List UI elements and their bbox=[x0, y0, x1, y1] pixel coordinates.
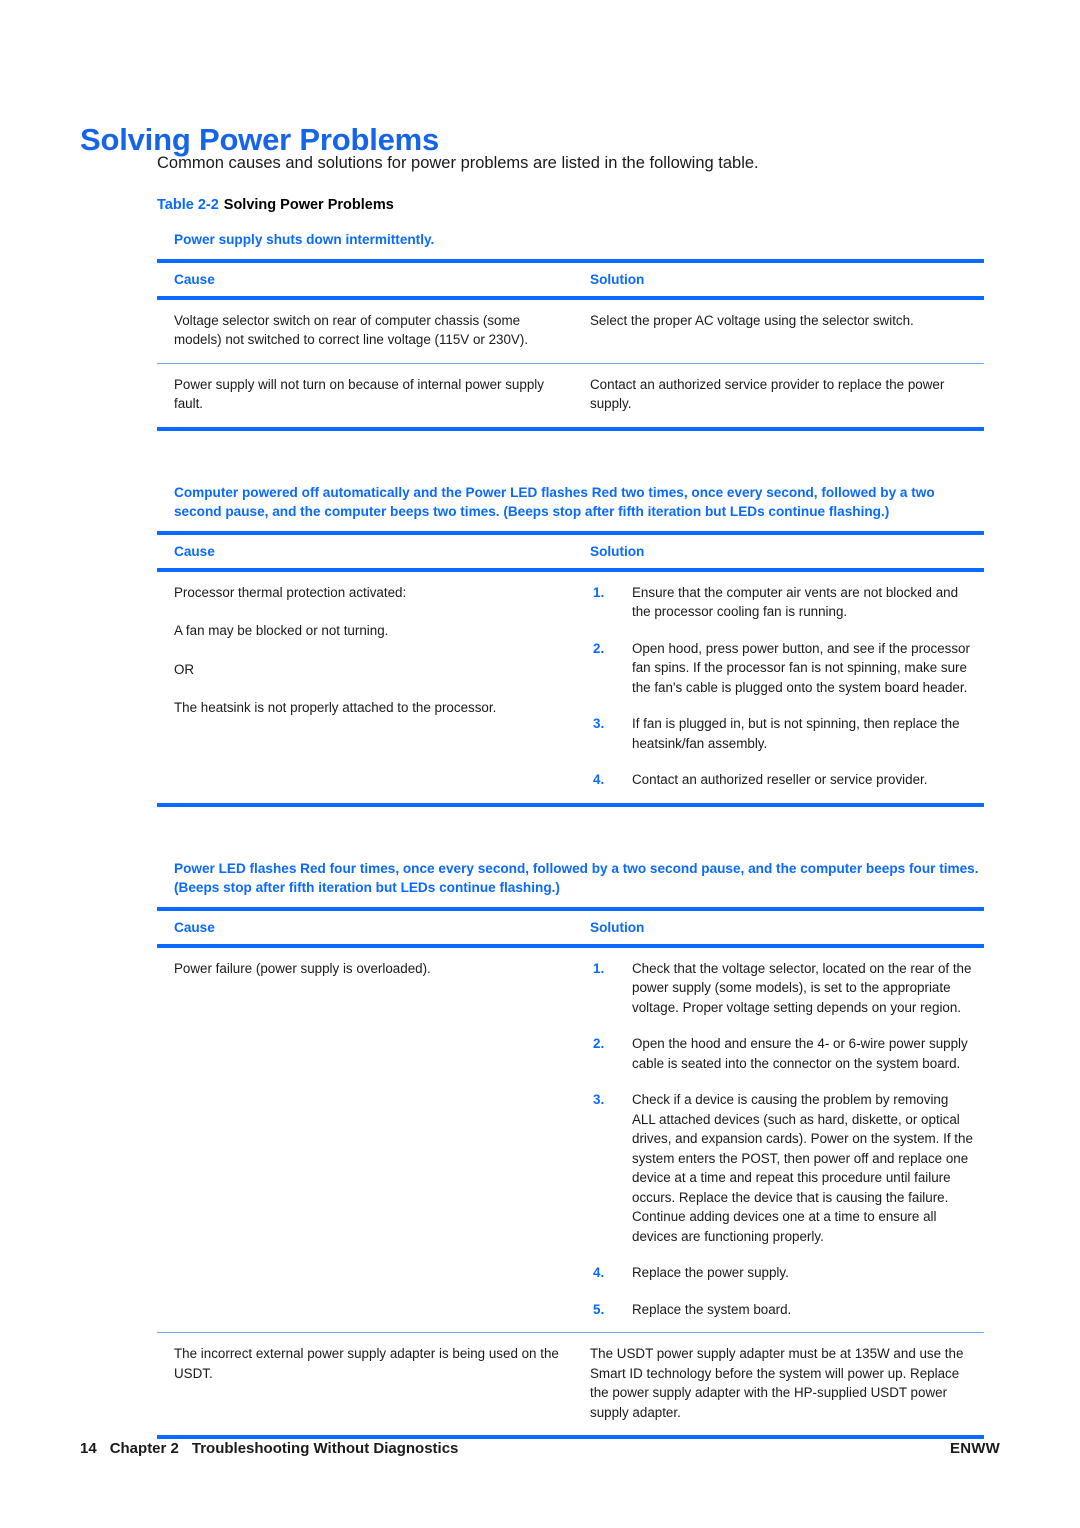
table-row: Voltage selector switch on rear of compu… bbox=[157, 300, 984, 364]
solution-paragraph: Contact an authorized service provider t… bbox=[590, 376, 945, 412]
solution-list-item: 4. Contact an authorized reseller or serv… bbox=[590, 770, 974, 790]
footer-page-number: 14 bbox=[80, 1440, 97, 1457]
cause-paragraph: A fan may be blocked or not turning. bbox=[174, 623, 389, 638]
solution-list-text: Contact an authorized reseller or servic… bbox=[632, 772, 928, 787]
solution-list-text: Open the hood and ensure the 4- or 6-wir… bbox=[632, 1036, 968, 1071]
cell-cause: The incorrect external power supply adap… bbox=[157, 1333, 578, 1435]
tables-container: Power supply shuts down intermittently. C… bbox=[157, 230, 984, 1439]
solution-list-text: Ensure that the computer air vents are n… bbox=[632, 584, 959, 620]
table-banner: Computer powered off automatically and t… bbox=[174, 484, 935, 520]
solution-list-marker: 4. bbox=[593, 772, 605, 787]
table-header-row: Cause Solution bbox=[157, 906, 984, 948]
cause-paragraph: The heatsink is not properly attached to… bbox=[174, 700, 497, 715]
intro-paragraph: Common causes and solutions for power pr… bbox=[157, 154, 759, 172]
solution-list-item: 2. Open the hood and ensure the 4- or 6-w… bbox=[590, 1034, 974, 1073]
solution-list-text: Check if a device is causing the problem… bbox=[632, 1092, 973, 1244]
cell-solution: 1. Check that the voltage selector, locat… bbox=[578, 948, 984, 1333]
solution-list-marker: 1. bbox=[593, 584, 605, 600]
solution-list-marker: 5. bbox=[593, 1301, 605, 1317]
solution-list-text: Replace the power supply. bbox=[632, 1265, 789, 1280]
solution-list: 1. Ensure that the computer air vents are… bbox=[590, 583, 974, 790]
solution-paragraph: The USDT power supply adapter must be at… bbox=[590, 1346, 964, 1420]
column-header-cause: Cause bbox=[174, 271, 215, 287]
solution-list-item: 2. Open hood, press power button, and see… bbox=[590, 639, 974, 698]
footer-chapter: Chapter 2 bbox=[109, 1440, 179, 1457]
cell-solution: Select the proper AC voltage using the s… bbox=[578, 300, 984, 363]
footer-left: 14 Chapter 2 Troubleshooting Without Dia… bbox=[80, 1440, 458, 1457]
column-header-solution: Solution bbox=[590, 271, 645, 287]
table-header-row: Cause Solution bbox=[157, 258, 984, 300]
cell-solution: 1. Ensure that the computer air vents are… bbox=[578, 572, 984, 803]
cell-cause: Voltage selector switch on rear of compu… bbox=[157, 300, 578, 363]
solution-list-text: Open hood, press power button, and see i… bbox=[632, 640, 970, 695]
solution-list-marker: 2. bbox=[593, 640, 605, 656]
cause-paragraph: Power supply will not turn on because of… bbox=[174, 376, 544, 412]
cause-paragraph: Voltage selector switch on rear of compu… bbox=[174, 312, 529, 348]
cause-paragraph: The incorrect external power supply adap… bbox=[174, 1346, 559, 1381]
solution-list-item: 4. Replace the power supply. bbox=[590, 1263, 974, 1283]
solution-paragraph: Select the proper AC voltage using the s… bbox=[590, 312, 914, 328]
cell-cause: Processor thermal protection activated: A… bbox=[157, 572, 578, 803]
cause-paragraph: Power failure (power supply is overloade… bbox=[174, 960, 431, 976]
table-banner: Power supply shuts down intermittently. bbox=[174, 232, 435, 247]
page-content: Common causes and solutions for power pr… bbox=[157, 152, 984, 1439]
column-header-solution: Solution bbox=[590, 919, 645, 935]
solution-list-item: 1. Ensure that the computer air vents are… bbox=[590, 583, 974, 622]
footer-enww: ENWW bbox=[950, 1440, 1000, 1457]
table-banner: Power LED flashes Red four times, once e… bbox=[174, 860, 979, 896]
table-row: The incorrect external power supply adap… bbox=[157, 1333, 984, 1439]
solution-list-item: 5. Replace the system board. bbox=[590, 1300, 974, 1320]
solution-list-marker: 3. bbox=[593, 716, 605, 731]
solution-list-text: Check that the voltage selector, located… bbox=[632, 960, 972, 1015]
table-row: Power supply will not turn on because of… bbox=[157, 364, 984, 431]
table-header-row: Cause Solution bbox=[157, 530, 984, 572]
column-header-cause: Cause bbox=[174, 919, 215, 935]
table-row: Processor thermal protection activated: A… bbox=[157, 572, 984, 807]
cell-cause: Power supply will not turn on because of… bbox=[157, 364, 578, 427]
solution-list-marker: 2. bbox=[593, 1036, 605, 1051]
solution-list-item: 3. If fan is plugged in, but is not spinn… bbox=[590, 714, 974, 753]
solution-list-item: 1. Check that the voltage selector, locat… bbox=[590, 959, 974, 1018]
column-header-solution: Solution bbox=[590, 543, 645, 559]
problem-table: Power LED flashes Red four times, once e… bbox=[157, 859, 984, 1439]
problem-table: Power supply shuts down intermittently. C… bbox=[157, 230, 984, 431]
solution-list-marker: 1. bbox=[593, 960, 605, 976]
cell-solution: The USDT power supply adapter must be at… bbox=[578, 1333, 984, 1435]
table-caption-title: Solving Power Problems bbox=[223, 197, 394, 213]
table-caption-number: Table 2-2 bbox=[157, 197, 219, 213]
table-caption: Table 2-2 Solving Power Problems bbox=[157, 196, 984, 214]
solution-list-item: 3. Check if a device is causing the probl… bbox=[590, 1090, 974, 1246]
table-row: Power failure (power supply is overloade… bbox=[157, 948, 984, 1333]
cause-paragraph: Processor thermal protection activated: bbox=[174, 584, 407, 600]
solution-list-marker: 4. bbox=[593, 1265, 605, 1280]
page-footer: 14 Chapter 2 Troubleshooting Without Dia… bbox=[80, 1440, 1000, 1457]
footer-chapter-title: Troubleshooting Without Diagnostics bbox=[191, 1440, 459, 1457]
problem-table: Computer powered off automatically and t… bbox=[157, 483, 984, 807]
solution-list-text: Replace the system board. bbox=[632, 1301, 792, 1317]
solution-list-text: If fan is plugged in, but is not spinnin… bbox=[632, 716, 960, 751]
document-page: Solving Power Problems Common causes and… bbox=[0, 0, 1080, 1528]
column-header-cause: Cause bbox=[174, 543, 215, 559]
solution-list-marker: 3. bbox=[593, 1092, 605, 1107]
cause-paragraph: OR bbox=[174, 661, 195, 677]
cell-cause: Power failure (power supply is overloade… bbox=[157, 948, 578, 1333]
cell-solution: Contact an authorized service provider t… bbox=[578, 364, 984, 427]
solution-list: 1. Check that the voltage selector, locat… bbox=[590, 959, 974, 1320]
